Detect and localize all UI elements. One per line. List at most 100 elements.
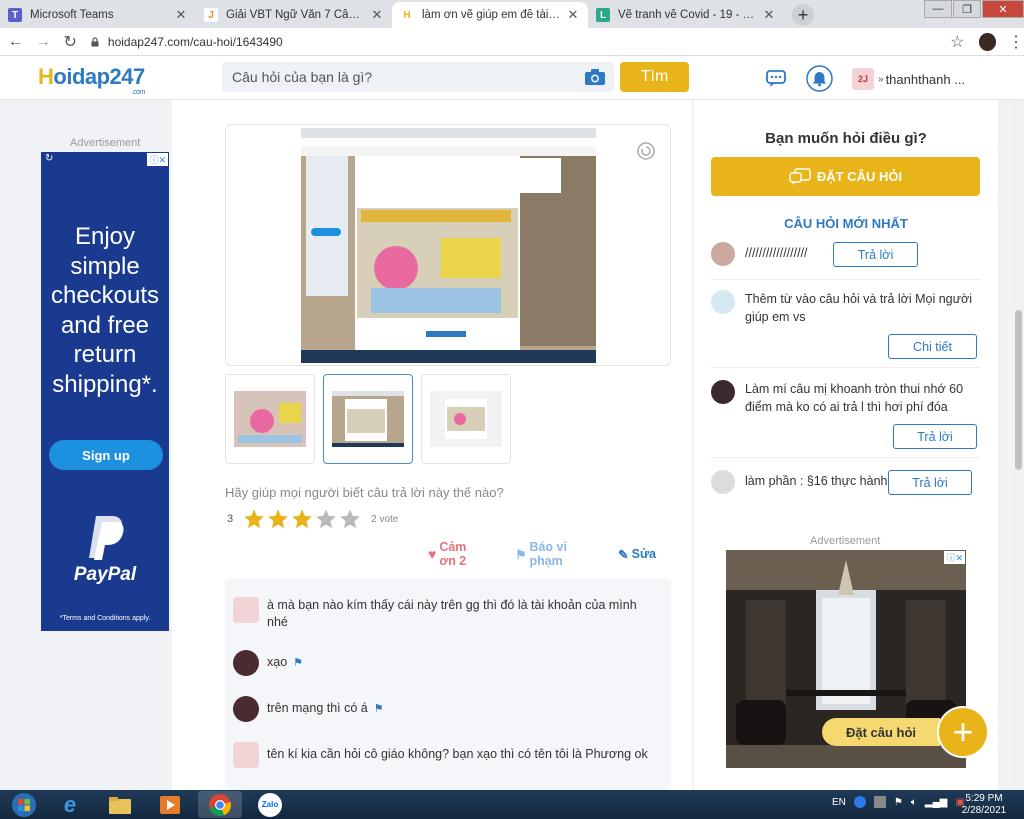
avatar[interactable]: [711, 380, 735, 404]
answer-button[interactable]: Trả lời: [888, 470, 972, 495]
edit-button[interactable]: ✎ Sửa: [618, 540, 674, 568]
profile-avatar[interactable]: [978, 32, 996, 51]
tab-ve-tranh-covid[interactable]: L Vẽ tranh về Covid - 19 - Mỹ thuật ✕: [588, 2, 784, 28]
rating-stars: [243, 508, 363, 530]
star-empty-icon[interactable]: [315, 508, 337, 530]
window-close-icon[interactable]: ✕: [982, 0, 1024, 18]
chrome-icon[interactable]: [198, 791, 242, 818]
url-field[interactable]: hoidap247.com/cau-hoi/1643490: [90, 31, 944, 53]
ask-title: Bạn muốn hỏi điều gì?: [765, 130, 927, 147]
comments-section: à mà bạn nào kím thấy cái này trên gg th…: [225, 578, 671, 790]
star-filled-icon[interactable]: [291, 508, 313, 530]
lock-icon: [91, 36, 99, 46]
close-icon[interactable]: ✕: [370, 7, 384, 23]
bookmark-star-icon[interactable]: ☆: [950, 32, 964, 52]
ad-close-icon[interactable]: ⓘ✕: [944, 551, 965, 564]
clock[interactable]: 5:29 PM 2/28/2021: [958, 793, 1010, 817]
flag-icon[interactable]: ⚑: [374, 703, 384, 715]
start-button[interactable]: [2, 791, 46, 818]
answer-button[interactable]: Trả lời: [893, 424, 977, 449]
forward-arrow-icon[interactable]: →: [31, 33, 54, 51]
rotate-icon[interactable]: [636, 141, 656, 161]
avatar[interactable]: [233, 696, 259, 722]
flag-tray-icon[interactable]: ⚑: [894, 797, 903, 808]
search-input[interactable]: [222, 62, 562, 92]
scrollbar[interactable]: [1013, 100, 1024, 790]
tab-title: Vẽ tranh về Covid - 19 - Mỹ thuật: [618, 9, 758, 21]
tab-giai-vbt[interactable]: J Giải VBT Ngữ Văn 7 Câu đặc biệt ✕: [196, 2, 392, 28]
zalo-icon[interactable]: Zalo: [248, 791, 292, 818]
teams-icon: T: [8, 8, 22, 22]
avatar[interactable]: [233, 742, 259, 768]
username: thanhthanh ...: [885, 71, 966, 87]
pencil-icon: ✎: [618, 547, 629, 562]
tab-microsoft-teams[interactable]: T Microsoft Teams ✕: [0, 2, 196, 28]
user-menu[interactable]: 2J » thanhthanh ...: [852, 68, 965, 90]
star-filled-icon[interactable]: [267, 508, 289, 530]
answer-panel: Hãy giúp mọi người biết câu trả lời này …: [172, 100, 692, 790]
scrollbar-thumb[interactable]: [1015, 310, 1022, 470]
close-icon[interactable]: ✕: [762, 7, 776, 23]
report-button[interactable]: ⚑ Báo vi phạm: [515, 540, 600, 568]
question-item: Làm mí câu mị khoanh tròn thui nhớ 60 đi…: [711, 380, 980, 458]
logo-text: oidap247: [53, 64, 145, 89]
flag-icon[interactable]: ⚑: [293, 657, 303, 669]
camera-icon[interactable]: [584, 68, 606, 86]
media-player-icon[interactable]: [148, 791, 192, 818]
avatar[interactable]: [711, 290, 735, 314]
star-filled-icon[interactable]: [243, 508, 265, 530]
answer-button[interactable]: Trả lời: [833, 242, 918, 267]
thumbnail-1[interactable]: [225, 374, 315, 464]
avatar[interactable]: [233, 597, 259, 623]
tray-app-icon[interactable]: [873, 796, 886, 808]
new-tab-button[interactable]: +: [792, 4, 814, 26]
avatar[interactable]: [711, 470, 735, 494]
back-arrow-icon[interactable]: ←: [4, 33, 27, 51]
comment-item: trên mạng thì có á ⚑: [233, 696, 657, 722]
star-empty-icon[interactable]: [339, 508, 361, 530]
avatar[interactable]: [233, 650, 259, 676]
search-button[interactable]: Tìm: [620, 62, 689, 92]
floating-ask-label[interactable]: Đặt câu hỏi: [822, 718, 940, 746]
network-icon[interactable]: ▂▄▆: [925, 797, 947, 808]
ask-question-button[interactable]: ĐẶT CÂU HỎI: [711, 157, 980, 196]
comment-item: tên kí kia cần hỏi cô giáo không? bạn xạ…: [233, 742, 657, 768]
close-icon[interactable]: ✕: [566, 7, 580, 23]
close-icon[interactable]: ✕: [174, 7, 188, 23]
menu-kebab-icon[interactable]: ⋮: [1008, 32, 1024, 52]
minimize-icon[interactable]: —: [924, 0, 952, 18]
lazi-icon: L: [596, 8, 610, 22]
tab-hoidap-question[interactable]: H làm ơn vẽ giúp em đề tài chống ✕: [392, 2, 588, 28]
maximize-icon[interactable]: ❐: [953, 0, 981, 18]
chat-icon[interactable]: [765, 67, 787, 89]
question-text[interactable]: Làm mí câu mị khoanh tròn thui nhớ 60 đi…: [745, 380, 975, 416]
thanks-label: Cảm ơn 2: [439, 540, 467, 568]
image-viewer[interactable]: [225, 124, 671, 366]
thumbnail-2[interactable]: [323, 374, 413, 464]
question-item: ////////////////// Trả lời: [711, 242, 980, 280]
question-text[interactable]: Thêm từ vào câu hỏi và trả lời Mọi người…: [745, 290, 975, 326]
paypal-ad[interactable]: ↻ ⓘ✕ Enjoy simple checkouts and free ret…: [41, 152, 169, 631]
volume-icon[interactable]: 🔈︎: [911, 797, 917, 808]
logo-domain: .com: [131, 89, 146, 96]
internet-explorer-icon[interactable]: e: [48, 791, 92, 818]
avatar[interactable]: [711, 242, 735, 266]
thumbnail-3[interactable]: [421, 374, 511, 464]
zalo-tray-icon[interactable]: [853, 796, 866, 808]
ad-terms: *Terms and Conditions apply.: [59, 615, 151, 622]
thanks-button[interactable]: ♥ Cảm ơn 2: [428, 540, 497, 568]
bell-icon[interactable]: [806, 65, 833, 92]
file-explorer-icon[interactable]: [98, 791, 142, 818]
language-indicator[interactable]: EN: [832, 797, 846, 808]
reload-icon[interactable]: ↻: [59, 32, 82, 52]
rating-value: 3: [227, 513, 234, 525]
comment-text: tên kí kia cần hỏi cô giáo không? bạn xạ…: [267, 747, 648, 761]
slogan-line: return: [73, 341, 137, 368]
ad-close-icon[interactable]: ⓘ✕: [147, 153, 168, 166]
ad-signup-button[interactable]: Sign up: [49, 440, 163, 470]
answer-screenshot-image[interactable]: [301, 128, 596, 363]
site-logo[interactable]: Hoidap247 .com: [38, 64, 145, 96]
details-button[interactable]: Chi tiết: [888, 334, 977, 359]
star-rating: 3 2 vote: [227, 508, 398, 530]
floating-ask-button[interactable]: +: [937, 706, 989, 758]
